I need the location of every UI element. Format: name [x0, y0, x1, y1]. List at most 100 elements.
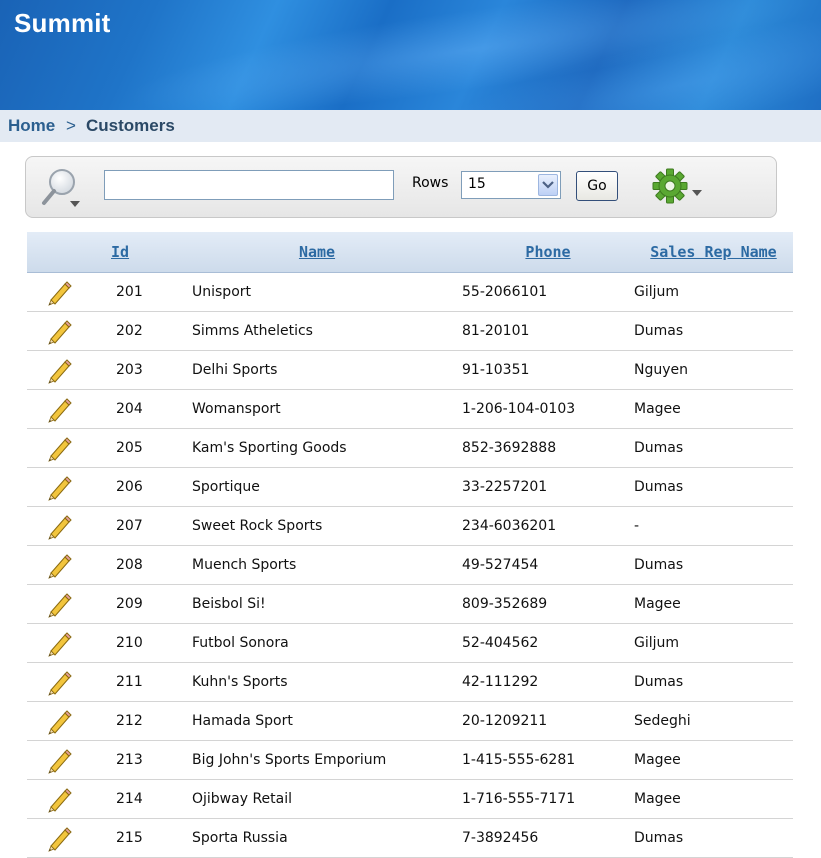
go-button[interactable]: Go — [576, 171, 618, 201]
cell-sales-rep: Dumas — [634, 818, 793, 858]
cell-id: 210 — [91, 623, 172, 663]
rows-select[interactable]: 15 — [461, 171, 561, 199]
pencil-icon[interactable] — [45, 707, 73, 735]
cell-phone: 1-716-555-7171 — [462, 779, 634, 819]
pencil-icon[interactable] — [45, 473, 73, 501]
pencil-icon[interactable] — [45, 590, 73, 618]
table-row: 205 Kam's Sporting Goods 852-3692888 Dumas — [27, 428, 793, 468]
column-header-phone[interactable]: Phone — [462, 232, 634, 273]
cell-phone: 49-527454 — [462, 545, 634, 585]
edit-cell — [27, 506, 91, 546]
cell-name: Sweet Rock Sports — [172, 506, 462, 546]
pencil-icon[interactable] — [45, 746, 73, 774]
pencil-icon[interactable] — [45, 434, 73, 462]
app-header: Summit — [0, 0, 821, 110]
edit-cell — [27, 584, 91, 624]
cell-name: Womansport — [172, 389, 462, 429]
column-header-sales-rep[interactable]: Sales Rep Name — [634, 232, 793, 273]
cell-name: Sporta Russia — [172, 818, 462, 858]
cell-name: Unisport — [172, 272, 462, 312]
pencil-icon[interactable] — [45, 395, 73, 423]
cell-phone: 33-2257201 — [462, 467, 634, 507]
cell-phone: 52-404562 — [462, 623, 634, 663]
table-row: 207 Sweet Rock Sports 234-6036201- — [27, 506, 793, 546]
chevron-down-icon[interactable] — [538, 174, 558, 196]
search-input[interactable] — [104, 170, 394, 200]
cell-sales-rep: Dumas — [634, 545, 793, 585]
table-row: 206 Sportique 33-2257201 Dumas — [27, 467, 793, 507]
cell-phone: 1-415-555-6281 — [462, 740, 634, 780]
table-row: 202 Simms Atheletics 81-20101 Dumas — [27, 311, 793, 351]
pencil-icon[interactable] — [45, 668, 73, 696]
cell-phone: 7-3892456 — [462, 818, 634, 858]
cell-name: Hamada Sport — [172, 701, 462, 741]
edit-cell — [27, 818, 91, 858]
pencil-icon[interactable] — [45, 551, 73, 579]
cell-phone: 42-111292 — [462, 662, 634, 702]
gear-icon[interactable] — [650, 166, 712, 206]
edit-cell — [27, 701, 91, 741]
cell-name: Sportique — [172, 467, 462, 507]
pencil-icon[interactable] — [45, 785, 73, 813]
column-header-name[interactable]: Name — [172, 232, 462, 273]
cell-id: 206 — [91, 467, 172, 507]
report-search-bar: Rows 15 Go — [25, 156, 777, 218]
cell-name: Kam's Sporting Goods — [172, 428, 462, 468]
cell-id: 209 — [91, 584, 172, 624]
cell-name: Futbol Sonora — [172, 623, 462, 663]
cell-sales-rep: Sedeghi — [634, 701, 793, 741]
cell-sales-rep: Dumas — [634, 311, 793, 351]
pencil-icon[interactable] — [45, 512, 73, 540]
edit-cell — [27, 311, 91, 351]
cell-id: 215 — [91, 818, 172, 858]
breadcrumb-home-link[interactable]: Home — [8, 110, 55, 142]
cell-name: Simms Atheletics — [172, 311, 462, 351]
cell-sales-rep: Dumas — [634, 662, 793, 702]
cell-phone: 809-352689 — [462, 584, 634, 624]
cell-name: Delhi Sports — [172, 350, 462, 390]
edit-cell — [27, 623, 91, 663]
cell-sales-rep: Dumas — [634, 428, 793, 468]
breadcrumb: Home > Customers — [0, 110, 821, 142]
table-row: 203 Delhi Sports 91-10351 Nguyen — [27, 350, 793, 390]
edit-column-header — [27, 232, 91, 273]
pencil-icon[interactable] — [45, 629, 73, 657]
cell-sales-rep: Giljum — [634, 272, 793, 312]
column-header-id[interactable]: Id — [91, 232, 172, 273]
breadcrumb-separator: > — [66, 116, 76, 135]
cell-id: 212 — [91, 701, 172, 741]
table-row: 210 Futbol Sonora 52-404562 Giljum — [27, 623, 793, 663]
cell-sales-rep: Magee — [634, 779, 793, 819]
app-title: Summit — [14, 8, 111, 38]
cell-sales-rep: Nguyen — [634, 350, 793, 390]
table-row: 213 Big John's Sports Emporium 1-415-555-6… — [27, 740, 793, 780]
pencil-icon[interactable] — [45, 824, 73, 852]
cell-phone: 234-6036201 — [462, 506, 634, 546]
rows-select-value: 15 — [468, 176, 486, 192]
edit-cell — [27, 467, 91, 507]
cell-name: Ojibway Retail — [172, 779, 462, 819]
edit-cell — [27, 428, 91, 468]
cell-id: 205 — [91, 428, 172, 468]
cell-sales-rep: Giljum — [634, 623, 793, 663]
edit-cell — [27, 740, 91, 780]
cell-phone: 852-3692888 — [462, 428, 634, 468]
cell-phone: 55-2066101 — [462, 272, 634, 312]
search-icon[interactable] — [38, 167, 86, 211]
table-row: 204 Womansport 1-206-104-0103 Magee — [27, 389, 793, 429]
table-body: 201 Unisport 55-2066101 Giljum 202 Simms Athe… — [27, 272, 793, 858]
cell-sales-rep: Dumas — [634, 467, 793, 507]
pencil-icon[interactable] — [45, 356, 73, 384]
cell-id: 202 — [91, 311, 172, 351]
rows-label: Rows — [412, 175, 449, 191]
cell-id: 208 — [91, 545, 172, 585]
pencil-icon[interactable] — [45, 278, 73, 306]
customers-report-table: Id Name Phone Sales Rep Name 201 Unisport… — [27, 232, 793, 858]
pencil-icon[interactable] — [45, 317, 73, 345]
cell-id: 207 — [91, 506, 172, 546]
cell-phone: 81-20101 — [462, 311, 634, 351]
cell-phone: 20-1209211 — [462, 701, 634, 741]
cell-id: 203 — [91, 350, 172, 390]
cell-name: Muench Sports — [172, 545, 462, 585]
edit-cell — [27, 389, 91, 429]
